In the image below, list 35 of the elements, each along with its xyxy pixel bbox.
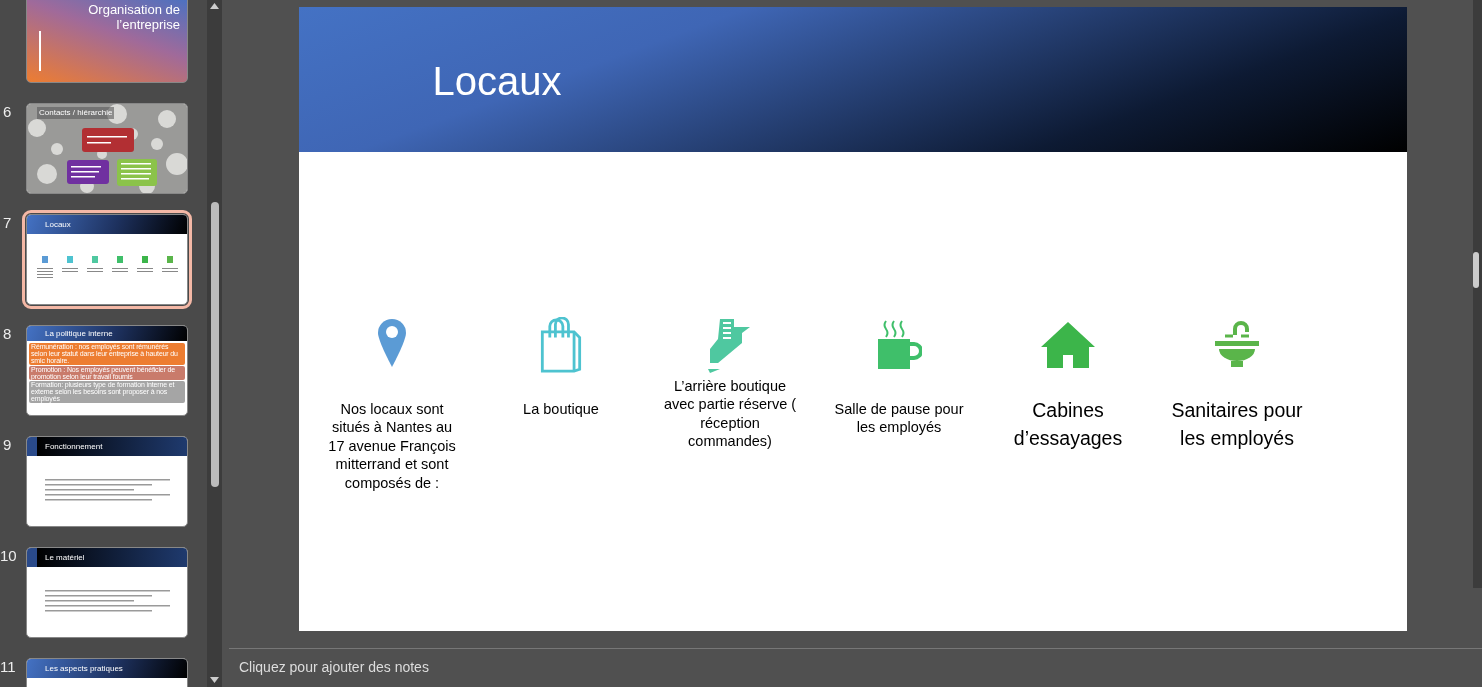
scroll-up-icon[interactable] — [210, 2, 219, 10]
slide-thumbnail[interactable]: Le matériel — [26, 547, 188, 638]
caption-text: La boutique — [522, 400, 600, 419]
caption-text: Sanitaires pour les employés — [1170, 398, 1304, 451]
caption-text: Nos locaux sont situés à Nantes au 17 avenue François mitterrand et sont composés de : — [327, 400, 457, 493]
slide-title: La politique interne — [45, 329, 113, 338]
divider-line — [39, 31, 41, 71]
clipboard-tag-icon — [708, 317, 752, 373]
slide-title: Fonctionnement — [45, 442, 103, 451]
slide-number: 6 — [2, 103, 13, 119]
scroll-thumb[interactable] — [1473, 252, 1479, 288]
scroll-down-icon[interactable] — [210, 676, 219, 684]
slide-title: Locaux — [432, 59, 562, 103]
slide-number: 7 — [2, 214, 13, 230]
scrollbar[interactable] — [207, 0, 222, 687]
slide-thumbnail[interactable]: Fonctionnement — [26, 436, 188, 527]
slide-title: Locaux — [45, 220, 71, 229]
slide-title: Le matériel — [45, 553, 85, 562]
slide-number: 11 — [0, 658, 17, 674]
slide-title: Organisation de l’entreprise — [87, 2, 180, 32]
slide-thumbnail[interactable]: Les aspects pratiques — [26, 658, 188, 687]
caption-text: Cabines d’essayages — [1012, 398, 1124, 451]
slide-number: 10 — [0, 547, 18, 563]
slide-title: Les aspects pratiques — [45, 664, 123, 673]
caption-text: Salle de pause pour les employés — [833, 400, 965, 437]
slide-thumbnail[interactable]: Organisation de l’entreprise — [26, 0, 188, 83]
slide-thumbnail[interactable]: Contacts / hiérarchie — [26, 103, 188, 194]
notes-field[interactable]: Cliquez pour ajouter des notes — [239, 659, 429, 675]
caption-text: L’arrière boutique avec partie réserve ( réception commandes) — [662, 377, 798, 451]
slide-title: Contacts / hiérarchie — [37, 107, 115, 119]
slide-thumbnail[interactable] — [26, 325, 188, 416]
scrollbar[interactable] — [1473, 0, 1482, 588]
slide-number: 9 — [2, 436, 13, 452]
slide-number: 8 — [2, 325, 13, 341]
scroll-thumb[interactable] — [210, 202, 219, 487]
